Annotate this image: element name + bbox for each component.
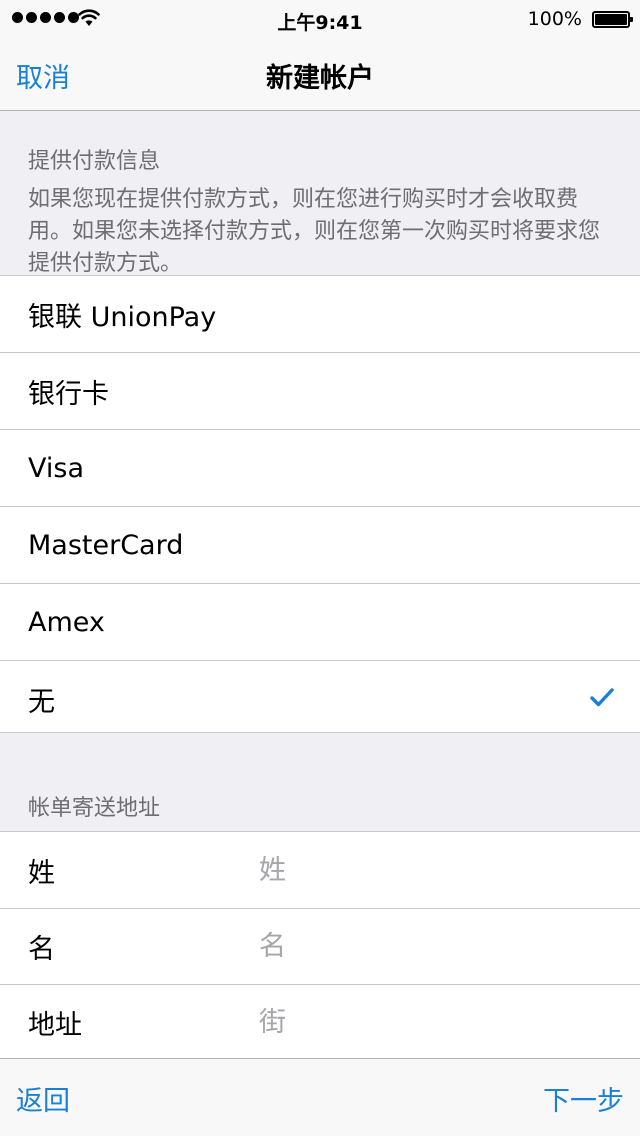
payment-option-amex[interactable]: Amex [0,583,640,660]
payment-option-label: Visa [28,452,84,484]
bottom-toolbar: 返回 下一步 [0,1058,640,1136]
payment-option-label: 无 [28,686,55,718]
first-name-row: 名 [0,908,640,984]
payment-option-bank-card[interactable]: 银行卡 [0,352,640,429]
next-button[interactable]: 下一步 [543,1079,624,1118]
payment-option-visa[interactable]: Visa [0,429,640,506]
payment-option-label: MasterCard [28,529,184,561]
payment-section-description: 如果您现在提供付款方式，则在您进行购买时才会收取费用。如果您未选择付款方式，则在… [28,187,601,276]
battery-icon [592,11,633,28]
last-name-row: 姓 [0,832,640,908]
payment-option-label: 银行卡 [28,378,109,410]
payment-section-title: 提供付款信息 [28,149,161,174]
first-name-label: 名 [28,934,55,965]
page-title: 新建帐户 [266,63,374,94]
address-row: 地址 [0,984,640,1060]
checkmark-icon [590,688,614,707]
payment-option-none[interactable]: 无 [0,660,640,737]
payment-option-label: Amex [28,606,105,638]
address-label: 地址 [28,1010,82,1041]
last-name-label: 姓 [28,857,55,889]
last-name-input[interactable] [259,854,589,886]
back-button[interactable]: 返回 [16,1079,70,1118]
billing-address-form: 姓 名 地址 [0,831,640,1059]
battery-percentage: 100% [527,8,582,30]
payment-option-mastercard[interactable]: MasterCard [0,506,640,583]
payment-section-header: 提供付款信息 如果您现在提供付款方式，则在您进行购买时才会收取费用。如果您未选择… [28,143,612,280]
payment-option-label: 银联 UnionPay [28,301,217,333]
status-bar: 上午9:41 100% [0,0,640,40]
payment-options-list: 银联 UnionPay 银行卡 Visa MasterCard Amex 无 [0,275,640,733]
payment-option-unionpay[interactable]: 银联 UnionPay [0,276,640,352]
navigation-bar: 取消 新建帐户 [0,40,640,111]
first-name-input[interactable] [259,931,589,962]
billing-section-title: 帐单寄送地址 [28,796,161,821]
street-input[interactable] [259,1007,589,1038]
